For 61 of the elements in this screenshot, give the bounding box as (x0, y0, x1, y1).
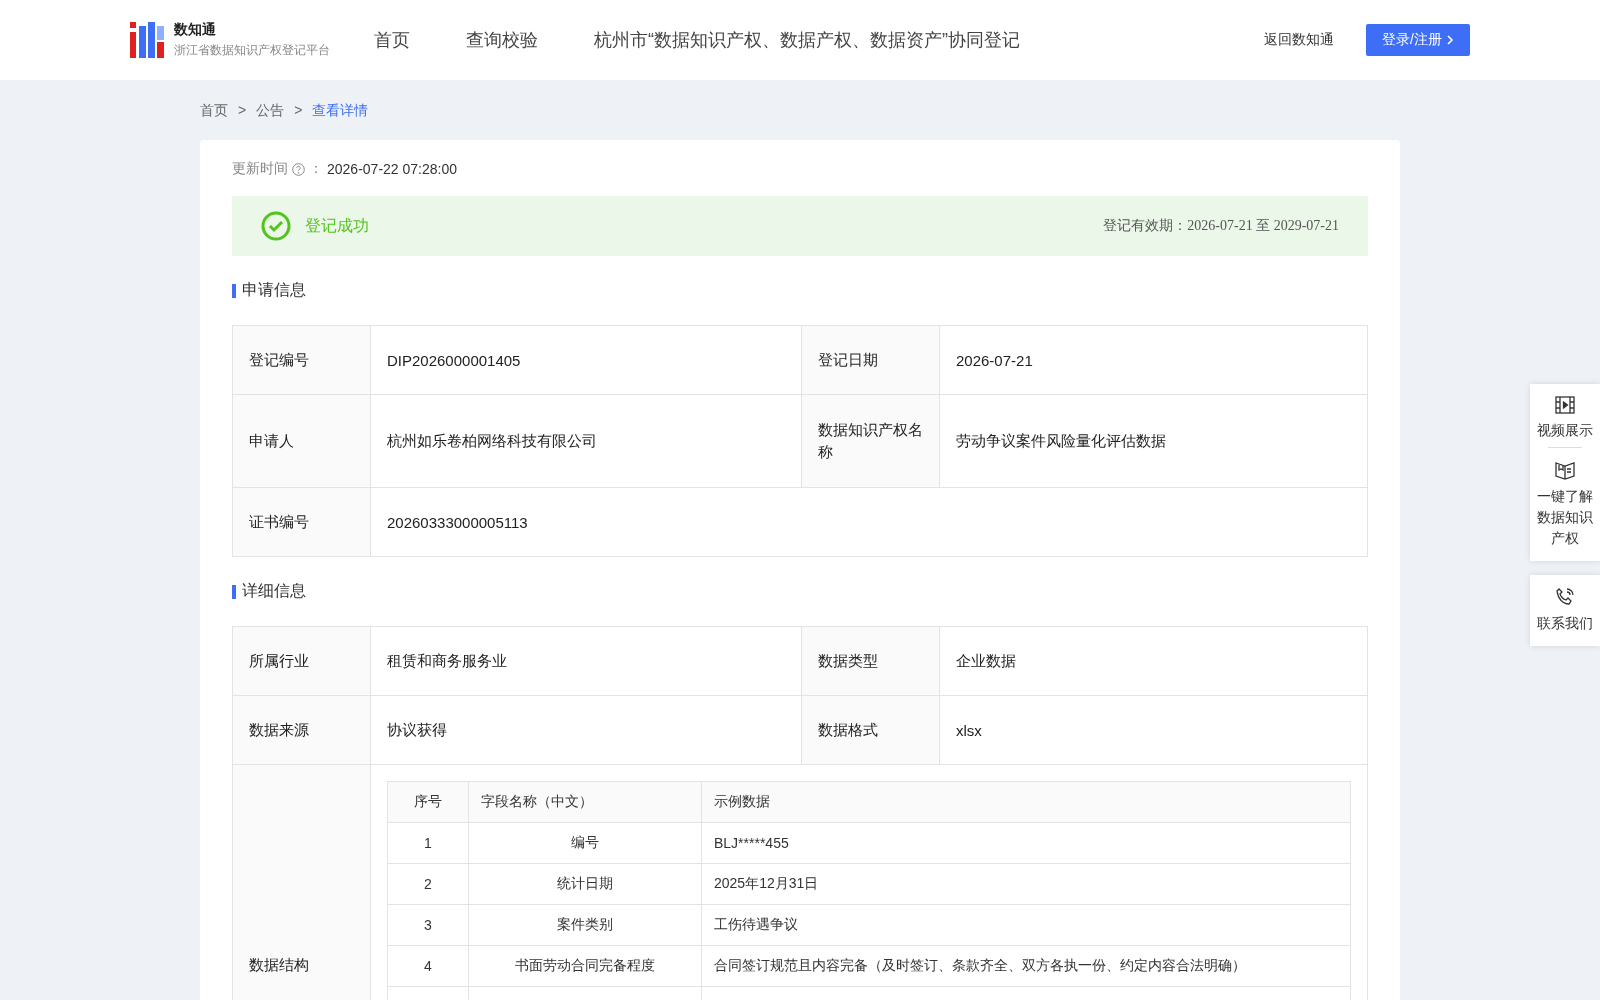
table-cell: 统计日期 (468, 863, 702, 905)
section-marker (232, 584, 236, 599)
nav-link[interactable]: 查询校验 (466, 28, 538, 52)
table-cell: 案件类别 (468, 904, 702, 946)
field-label: 登记编号 (233, 326, 371, 394)
nav-link[interactable]: 首页 (374, 28, 410, 52)
breadcrumb-link[interactable]: 查看详情 (312, 102, 369, 120)
field-value: 劳动争议案件风险量化评估数据 (955, 430, 1167, 451)
field-label: 登记日期 (802, 326, 940, 394)
validity-period: 登记有效期：2026-07-21 至 2029-07-21 (1103, 217, 1339, 235)
field-value: xlsx (955, 720, 983, 741)
book-icon (1554, 460, 1576, 480)
field-label: 所属行业 (233, 627, 371, 695)
breadcrumb-link[interactable]: 公告 (256, 102, 285, 120)
table-cell: 2 (387, 863, 469, 905)
breadcrumb-link[interactable]: 首页 (200, 102, 228, 120)
breadcrumb-separator: > (294, 102, 303, 120)
colon: ： (309, 160, 323, 178)
field-label: 申请人 (233, 395, 371, 487)
field-value: 2026-07-21 (955, 350, 1034, 371)
section-marker (232, 283, 236, 298)
update-time: 2026-07-22 07:28:00 (327, 161, 457, 177)
table-cell: 1 (387, 822, 469, 864)
table-cell: BLJ*****455 (701, 822, 1351, 864)
check-circle-icon (261, 211, 291, 241)
side-tool[interactable]: 视频展示 (1537, 396, 1593, 441)
field-label: 数据知识产权名称 (802, 395, 940, 487)
status-text: 登记成功 (305, 215, 370, 236)
column-header: 示例数据 (701, 781, 1351, 823)
phone-icon (1555, 587, 1575, 607)
table-cell: 工伤待遇争议 (701, 904, 1351, 946)
field-label: 证书编号 (233, 488, 371, 556)
field-value: 企业数据 (955, 650, 1017, 671)
table-cell: 2025年12月31日 (701, 863, 1351, 905)
field-value: 20260333000005113 (386, 512, 529, 533)
chevron-right-icon (1446, 34, 1454, 46)
logo-subtitle: 浙江省数据知识产权登记平台 (174, 42, 330, 59)
side-tool[interactable]: 一键了解数据知识产权 (1537, 460, 1593, 549)
table-cell: 4 (387, 945, 469, 987)
table-cell: 书面劳动合同完备程度 (468, 945, 702, 987)
breadcrumb-separator: > (238, 102, 247, 120)
update-label: 更新时间 (232, 160, 288, 178)
field-label: 数据来源 (233, 696, 371, 764)
side-tool[interactable]: 联系我们 (1537, 587, 1593, 634)
back-link[interactable]: 返回数知通 (1264, 31, 1335, 49)
table-cell: 合同签订规范且内容完备（及时签订、条款齐全、双方各执一份、约定内容合法明确） (701, 945, 1351, 987)
section-title: 申请信息 (242, 280, 306, 300)
column-header: 序号 (387, 781, 469, 823)
field-label: 数据类型 (802, 627, 940, 695)
section-title: 详细信息 (242, 581, 306, 601)
table-cell: 3 (387, 904, 469, 946)
nav-link[interactable]: 杭州市“数据知识产权、数据产权、数据资产”协同登记 (594, 28, 1020, 52)
field-label: 数据格式 (802, 696, 940, 764)
table-cell: 编号 (468, 822, 702, 864)
logo-title: 数知通 (174, 21, 217, 39)
field-label: 数据结构 (233, 765, 371, 1000)
logo-icon (130, 22, 164, 58)
film-icon (1555, 396, 1575, 414)
login-button[interactable]: 登录/注册 (1366, 24, 1470, 56)
help-icon (292, 162, 305, 176)
column-header: 字段名称（中文） (468, 781, 702, 823)
